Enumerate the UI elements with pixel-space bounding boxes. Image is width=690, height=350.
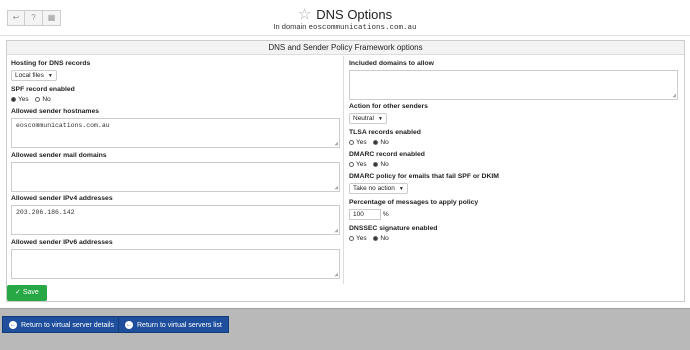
hostnames-label: Allowed sender hostnames: [11, 108, 100, 115]
resize-grip-icon[interactable]: ◢: [672, 92, 676, 99]
dmarc-policy-value: Take no action: [353, 185, 395, 192]
tlsa-yes-radio[interactable]: Yes: [349, 139, 367, 146]
spf-no-label: No: [42, 96, 51, 103]
dmarc-field: DMARC record enabled Yes No: [349, 151, 425, 168]
percentage-unit: %: [382, 211, 389, 218]
resize-grip-icon[interactable]: ◢: [334, 184, 338, 191]
ipv6-textarea[interactable]: ◢: [11, 249, 340, 279]
dmarc-radios: Yes No: [349, 161, 425, 168]
dmarc-no-label: No: [380, 161, 389, 168]
save-icon: ✓: [15, 289, 23, 296]
mail-domains-field: Allowed sender mail domains ◢: [11, 152, 340, 192]
radio-dot-icon: [349, 161, 354, 167]
percentage-label: Percentage of messages to apply policy: [349, 199, 479, 206]
radio-dot-icon: [349, 139, 354, 145]
resize-grip-icon[interactable]: ◢: [334, 271, 338, 278]
other-senders-label: Action for other senders: [349, 103, 428, 110]
dnssec-yes-radio[interactable]: Yes: [349, 235, 367, 242]
back-arrow-icon: ←: [125, 321, 133, 330]
ipv4-field: Allowed sender IPv4 addresses 203.206.18…: [11, 195, 340, 235]
spf-radios: Yes No: [11, 96, 75, 103]
return-list-button[interactable]: ← Return to virtual servers list: [118, 316, 229, 333]
subtitle-prefix: In domain: [273, 22, 309, 31]
percentage-input[interactable]: 100: [349, 209, 381, 220]
percentage-row: 100 %: [349, 209, 478, 220]
chevron-down-icon: ▼: [47, 73, 53, 79]
dmarc-no-radio[interactable]: No: [373, 161, 389, 168]
dnssec-label: DNSSEC signature enabled: [349, 225, 438, 232]
left-column: Hosting for DNS records Local files ▼ SPF…: [7, 56, 344, 284]
hostnames-value: eoscommunications.com.au: [16, 122, 110, 129]
hosting-select[interactable]: Local files ▼: [11, 70, 57, 81]
percentage-field: Percentage of messages to apply policy 1…: [349, 199, 478, 220]
spf-label: SPF record enabled: [11, 86, 75, 93]
dnssec-field: DNSSEC signature enabled Yes No: [349, 225, 437, 242]
return-details-label: Return to virtual server details: [21, 322, 114, 329]
mail-domains-textarea[interactable]: ◢: [11, 162, 340, 192]
tlsa-label: TLSA records enabled: [349, 129, 421, 136]
radio-dot-icon: [373, 139, 379, 145]
resize-grip-icon[interactable]: ◢: [334, 140, 338, 147]
page-header: ↩ ? ▦ ☆ DNS Options In domain eoscommuni…: [0, 0, 690, 36]
hostnames-field: Allowed sender hostnames eoscommunicatio…: [11, 108, 340, 148]
included-field: Included domains to allow ◢: [349, 60, 678, 100]
dnssec-radios: Yes No: [349, 235, 437, 242]
tlsa-yes-label: Yes: [356, 139, 367, 146]
ipv6-field: Allowed sender IPv6 addresses ◢: [11, 239, 340, 279]
hosting-value: Local files: [15, 72, 44, 79]
title-row: ☆ DNS Options: [0, 5, 690, 23]
ipv4-label: Allowed sender IPv4 addresses: [11, 195, 113, 202]
spf-no-radio[interactable]: No: [35, 96, 51, 103]
chevron-down-icon: ▼: [398, 186, 404, 192]
ipv4-textarea[interactable]: 203.206.186.142 ◢: [11, 205, 340, 235]
hosting-label: Hosting for DNS records: [11, 60, 91, 67]
tlsa-field: TLSA records enabled Yes No: [349, 129, 421, 146]
tlsa-radios: Yes No: [349, 139, 421, 146]
chevron-down-icon: ▼: [377, 116, 383, 122]
ipv4-value: 203.206.186.142: [16, 209, 75, 216]
dnssec-yes-label: Yes: [356, 235, 367, 242]
domain-name: eoscommunications.com.au: [308, 24, 417, 32]
radio-dot-icon: [373, 161, 379, 167]
other-senders-value: Neutral: [353, 115, 374, 122]
radio-dot-icon: [349, 235, 354, 241]
return-circle-icon: ←: [9, 321, 17, 330]
spf-field: SPF record enabled Yes No: [11, 86, 75, 103]
hostnames-textarea[interactable]: eoscommunications.com.au ◢: [11, 118, 340, 148]
return-list-label: Return to virtual servers list: [137, 322, 222, 329]
page-subtitle: In domain eoscommunications.com.au: [0, 22, 690, 32]
panel-heading: DNS and Sender Policy Framework options: [7, 41, 684, 55]
mail-domains-label: Allowed sender mail domains: [11, 152, 107, 159]
tlsa-no-radio[interactable]: No: [373, 139, 389, 146]
dmarc-policy-label: DMARC policy for emails that fail SPF or…: [349, 173, 499, 180]
footer-bar: ← Return to virtual server details ← Retur…: [0, 308, 690, 350]
resize-grip-icon[interactable]: ◢: [334, 227, 338, 234]
options-panel: DNS and Sender Policy Framework options …: [6, 40, 685, 302]
spf-yes-radio[interactable]: Yes: [11, 96, 29, 103]
radio-dot-icon: [35, 96, 41, 102]
ipv6-label: Allowed sender IPv6 addresses: [11, 239, 113, 246]
tlsa-no-label: No: [380, 139, 389, 146]
dnssec-no-label: No: [380, 235, 389, 242]
dmarc-policy-field: DMARC policy for emails that fail SPF or…: [349, 173, 499, 194]
save-label: Save: [22, 289, 39, 296]
dmarc-label: DMARC record enabled: [349, 151, 425, 158]
other-senders-field: Action for other senders Neutral ▼: [349, 103, 428, 124]
spf-yes-label: Yes: [18, 96, 29, 103]
radio-dot-icon: [11, 96, 16, 102]
star-icon[interactable]: ☆: [298, 6, 311, 23]
included-textarea[interactable]: ◢: [349, 70, 678, 100]
dmarc-yes-label: Yes: [356, 161, 367, 168]
dmarc-policy-select[interactable]: Take no action ▼: [349, 183, 408, 194]
dmarc-yes-radio[interactable]: Yes: [349, 161, 367, 168]
dnssec-no-radio[interactable]: No: [373, 235, 389, 242]
other-senders-select[interactable]: Neutral ▼: [349, 113, 387, 124]
return-details-button[interactable]: ← Return to virtual server details: [2, 316, 121, 333]
radio-dot-icon: [373, 235, 379, 241]
included-label: Included domains to allow: [349, 60, 434, 67]
save-button[interactable]: ✓ Save: [7, 285, 47, 301]
page-title: DNS Options: [316, 6, 393, 22]
hosting-field: Hosting for DNS records Local files ▼: [11, 60, 90, 81]
